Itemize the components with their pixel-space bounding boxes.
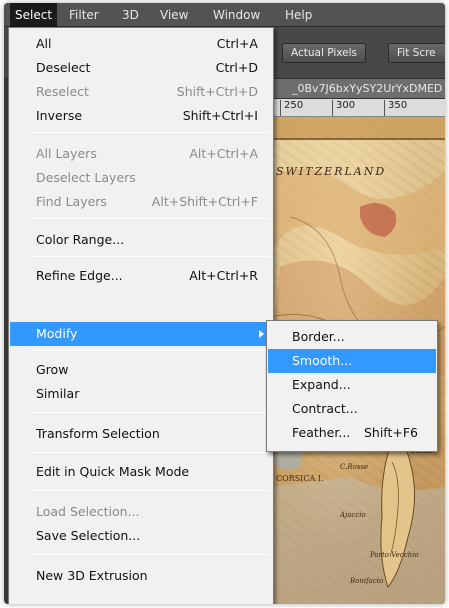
fit-screen-button[interactable]: Fit Scre	[388, 43, 445, 63]
menu-filter[interactable]: Filter	[64, 3, 104, 27]
menu-separator	[31, 132, 269, 133]
submenu-item-contract[interactable]: Contract...	[268, 397, 436, 421]
menu-item-reselect[interactable]: Reselect Shift+Ctrl+D	[10, 80, 272, 104]
menu-item-quick-mask[interactable]: Edit in Quick Mask Mode	[10, 460, 272, 484]
menu-separator	[31, 554, 269, 555]
menu-separator	[31, 218, 269, 219]
map-label: Ajaccio	[339, 511, 366, 519]
menu-item-new-3d-extrusion[interactable]: New 3D Extrusion	[10, 564, 272, 588]
menu-item-similar[interactable]: Similar	[10, 382, 272, 406]
menu-item-save-selection[interactable]: Save Selection...	[10, 524, 272, 548]
menu-3d[interactable]: 3D	[117, 3, 144, 27]
map-label: SWITZERLAND	[276, 165, 386, 178]
menu-item-grow[interactable]: Grow	[10, 358, 272, 382]
menu-help[interactable]: Help	[280, 3, 317, 27]
menu-item-refine-edge[interactable]: Refine Edge... Alt+Ctrl+R	[10, 264, 272, 288]
menu-bar: Select Filter 3D View Window Help	[4, 3, 445, 27]
menu-item-transform-selection[interactable]: Transform Selection	[10, 422, 272, 446]
menu-item-load-selection[interactable]: Load Selection...	[10, 500, 272, 524]
application-window: Select Filter 3D View Window Help Actual…	[4, 3, 445, 604]
menu-item-color-range[interactable]: Color Range...	[10, 228, 272, 252]
menu-item-all-layers[interactable]: All Layers Alt+Ctrl+A	[10, 142, 272, 166]
map-label: Porto Vecchio	[369, 551, 419, 559]
menu-separator	[31, 350, 269, 351]
menu-separator	[31, 452, 269, 453]
map-label: C.Rosse	[340, 463, 368, 471]
menu-item-deselect-layers[interactable]: Deselect Layers	[10, 166, 272, 190]
menu-item-all[interactable]: All Ctrl+A	[10, 32, 272, 56]
menu-item-inverse[interactable]: Inverse Shift+Ctrl+I	[10, 104, 272, 128]
actual-pixels-button[interactable]: Actual Pixels	[282, 43, 366, 63]
ruler-mark: 350	[384, 100, 407, 116]
submenu-item-feather[interactable]: Feather... Shift+F6	[268, 421, 436, 445]
menu-window[interactable]: Window	[208, 3, 265, 27]
modify-submenu: Border... Smooth... Expand... Contract..…	[266, 320, 438, 452]
ruler-mark: 300	[332, 100, 355, 116]
menu-item-deselect[interactable]: Deselect Ctrl+D	[10, 56, 272, 80]
ruler-mark: 250	[280, 100, 303, 116]
menu-separator	[31, 412, 269, 413]
menu-separator	[31, 256, 269, 257]
menu-select[interactable]: Select	[10, 3, 58, 27]
menu-view[interactable]: View	[155, 3, 193, 27]
submenu-item-smooth[interactable]: Smooth...	[268, 349, 436, 373]
document-tab[interactable]: _0Bv7J6bxYySY2UrYxDMED	[270, 79, 445, 99]
menu-item-find-layers[interactable]: Find Layers Alt+Shift+Ctrl+F	[10, 190, 272, 214]
submenu-arrow-icon	[259, 330, 264, 338]
submenu-item-expand[interactable]: Expand...	[268, 373, 436, 397]
submenu-item-border[interactable]: Border...	[268, 325, 436, 349]
menu-item-modify[interactable]: Modify	[10, 322, 272, 346]
horizontal-ruler: 250 300 350	[270, 99, 445, 117]
map-label: Bonifacio	[349, 577, 383, 585]
map-label: CORSICA I.	[276, 474, 324, 483]
select-menu-dropdown: All Ctrl+A Deselect Ctrl+D Reselect Shift+C…	[8, 27, 274, 604]
menu-separator	[31, 490, 269, 491]
